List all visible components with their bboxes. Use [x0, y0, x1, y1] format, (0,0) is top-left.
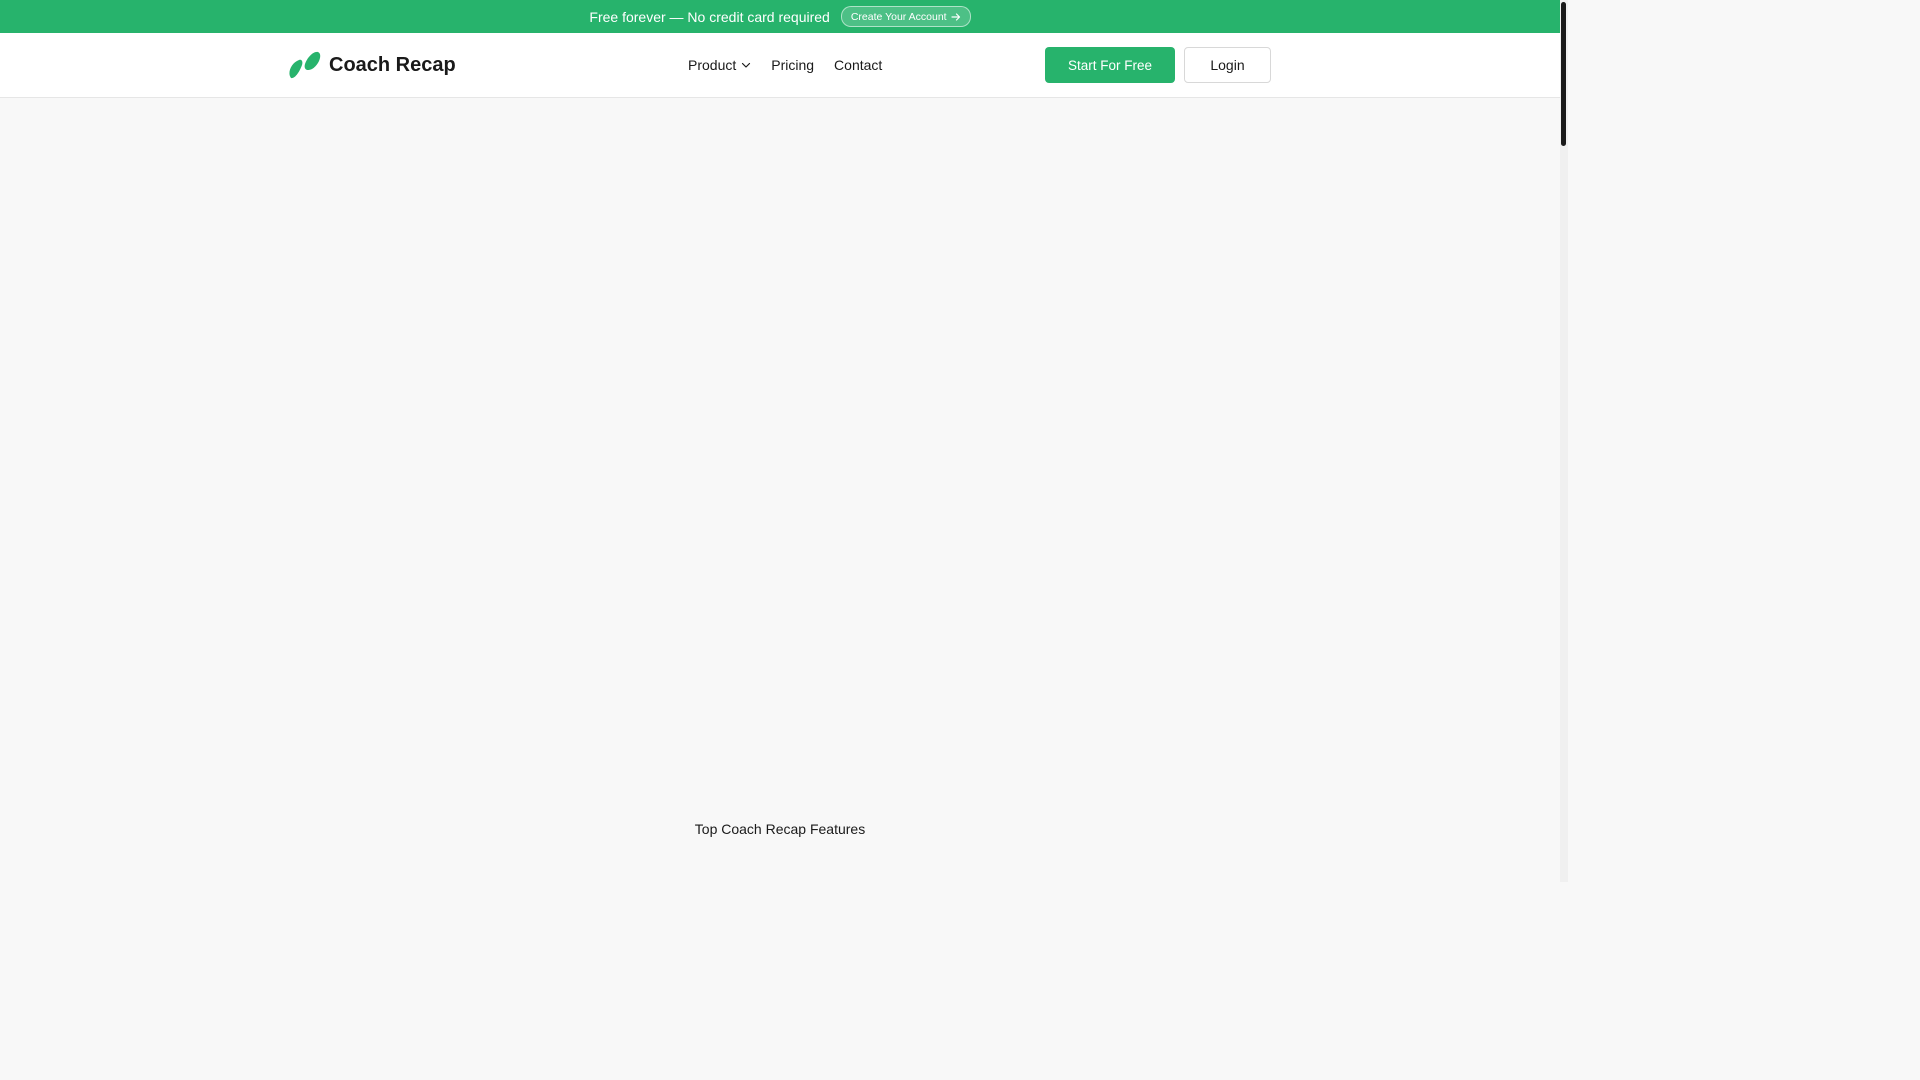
hero-area	[0, 98, 1560, 798]
nav-product[interactable]: Product	[688, 57, 751, 73]
nav-product-label: Product	[688, 57, 737, 73]
nav-contact[interactable]: Contact	[834, 57, 882, 73]
promo-text: Free forever — No credit card required	[589, 8, 830, 25]
navbar: Coach Recap Product Pricing Contact Star…	[0, 33, 1560, 98]
create-account-button[interactable]: Create Your Account	[840, 6, 971, 27]
scrollbar-thumb[interactable]	[1561, 2, 1566, 146]
coach-recap-logo-icon	[289, 51, 321, 79]
login-button[interactable]: Login	[1184, 47, 1271, 83]
create-account-label: Create Your Account	[850, 10, 947, 23]
promo-bar: Free forever — No credit card required C…	[0, 0, 1560, 33]
brand-link[interactable]: Coach Recap	[288, 51, 456, 79]
arrow-right-icon	[950, 12, 960, 21]
brand-name: Coach Recap	[329, 53, 456, 76]
start-for-free-button[interactable]: Start For Free	[1045, 47, 1175, 83]
features-heading: Top Coach Recap Features	[694, 821, 866, 837]
page-scrollbar[interactable]	[1560, 0, 1568, 882]
nav-pricing[interactable]: Pricing	[771, 57, 814, 73]
page: Free forever — No credit card required C…	[0, 0, 1560, 882]
chevron-down-icon	[742, 62, 751, 68]
main-nav: Product Pricing Contact	[688, 33, 902, 97]
